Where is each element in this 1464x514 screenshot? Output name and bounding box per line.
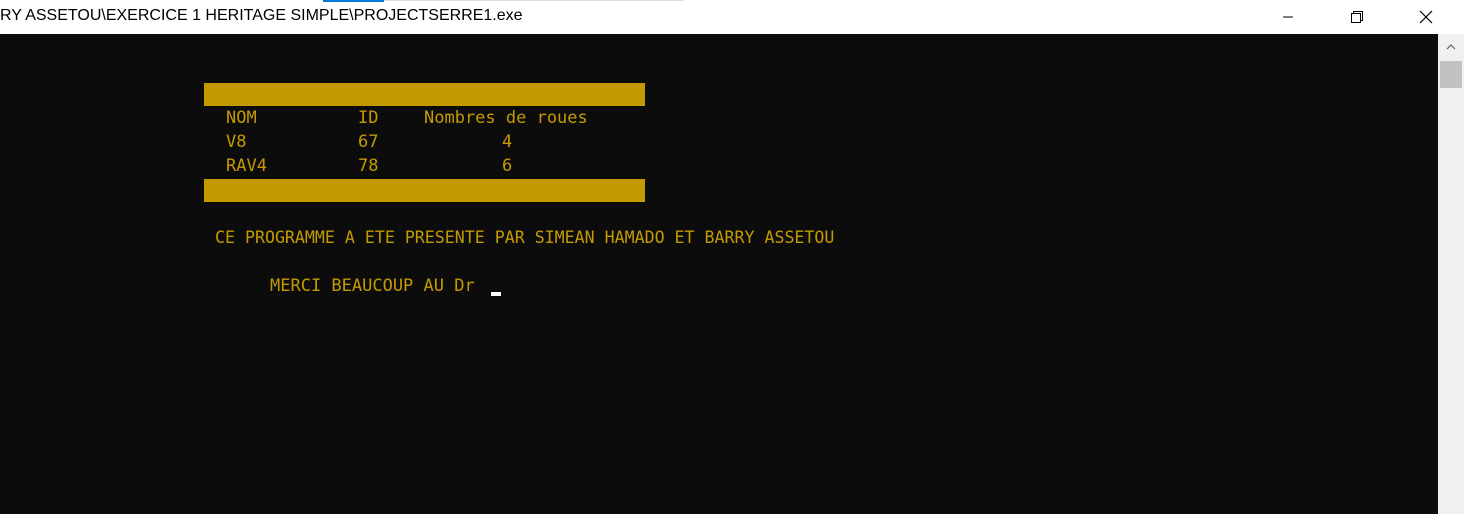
title-bar[interactable]: RY ASSETOU\EXERCICE 1 HERITAGE SIMPLE\PR…: [0, 0, 1464, 34]
thanks-line: MERCI BEAUCOUP AU Dr: [270, 276, 475, 296]
row-1-id: 67: [358, 132, 379, 152]
title-bar-accent: [323, 0, 384, 2]
restore-button[interactable]: [1334, 0, 1380, 34]
close-button[interactable]: [1403, 0, 1449, 34]
title-bar-divider: [384, 0, 684, 1]
row-1-roues: 4: [502, 132, 513, 152]
close-icon: [1419, 10, 1433, 24]
header-nom: NOM: [226, 108, 257, 128]
restore-icon: [1351, 11, 1363, 23]
minimize-button[interactable]: [1265, 0, 1311, 34]
text-cursor: [491, 292, 501, 296]
row-2-roues: 6: [502, 156, 513, 176]
table-top-bar: [204, 83, 645, 106]
row-2-id: 78: [358, 156, 379, 176]
console-output[interactable]: NOM ID Nombres de roues V8 67 4 RAV4 78 …: [0, 34, 1438, 514]
row-2-nom: RAV4: [226, 156, 267, 176]
vertical-scrollbar[interactable]: [1438, 34, 1464, 514]
table-bottom-bar: [204, 179, 645, 202]
scroll-thumb[interactable]: [1440, 61, 1462, 88]
console-window: RY ASSETOU\EXERCICE 1 HERITAGE SIMPLE\PR…: [0, 0, 1464, 514]
scroll-up-button[interactable]: [1438, 34, 1464, 60]
header-nombres-de-roues: Nombres de roues: [424, 108, 588, 128]
credit-line: CE PROGRAMME A ETE PRESENTE PAR SIMEAN H…: [215, 228, 835, 247]
chevron-up-icon: [1446, 44, 1456, 50]
minimize-icon: [1283, 16, 1293, 18]
header-id: ID: [358, 108, 379, 128]
row-1-nom: V8: [226, 132, 247, 152]
window-title: RY ASSETOU\EXERCICE 1 HERITAGE SIMPLE\PR…: [0, 7, 523, 24]
